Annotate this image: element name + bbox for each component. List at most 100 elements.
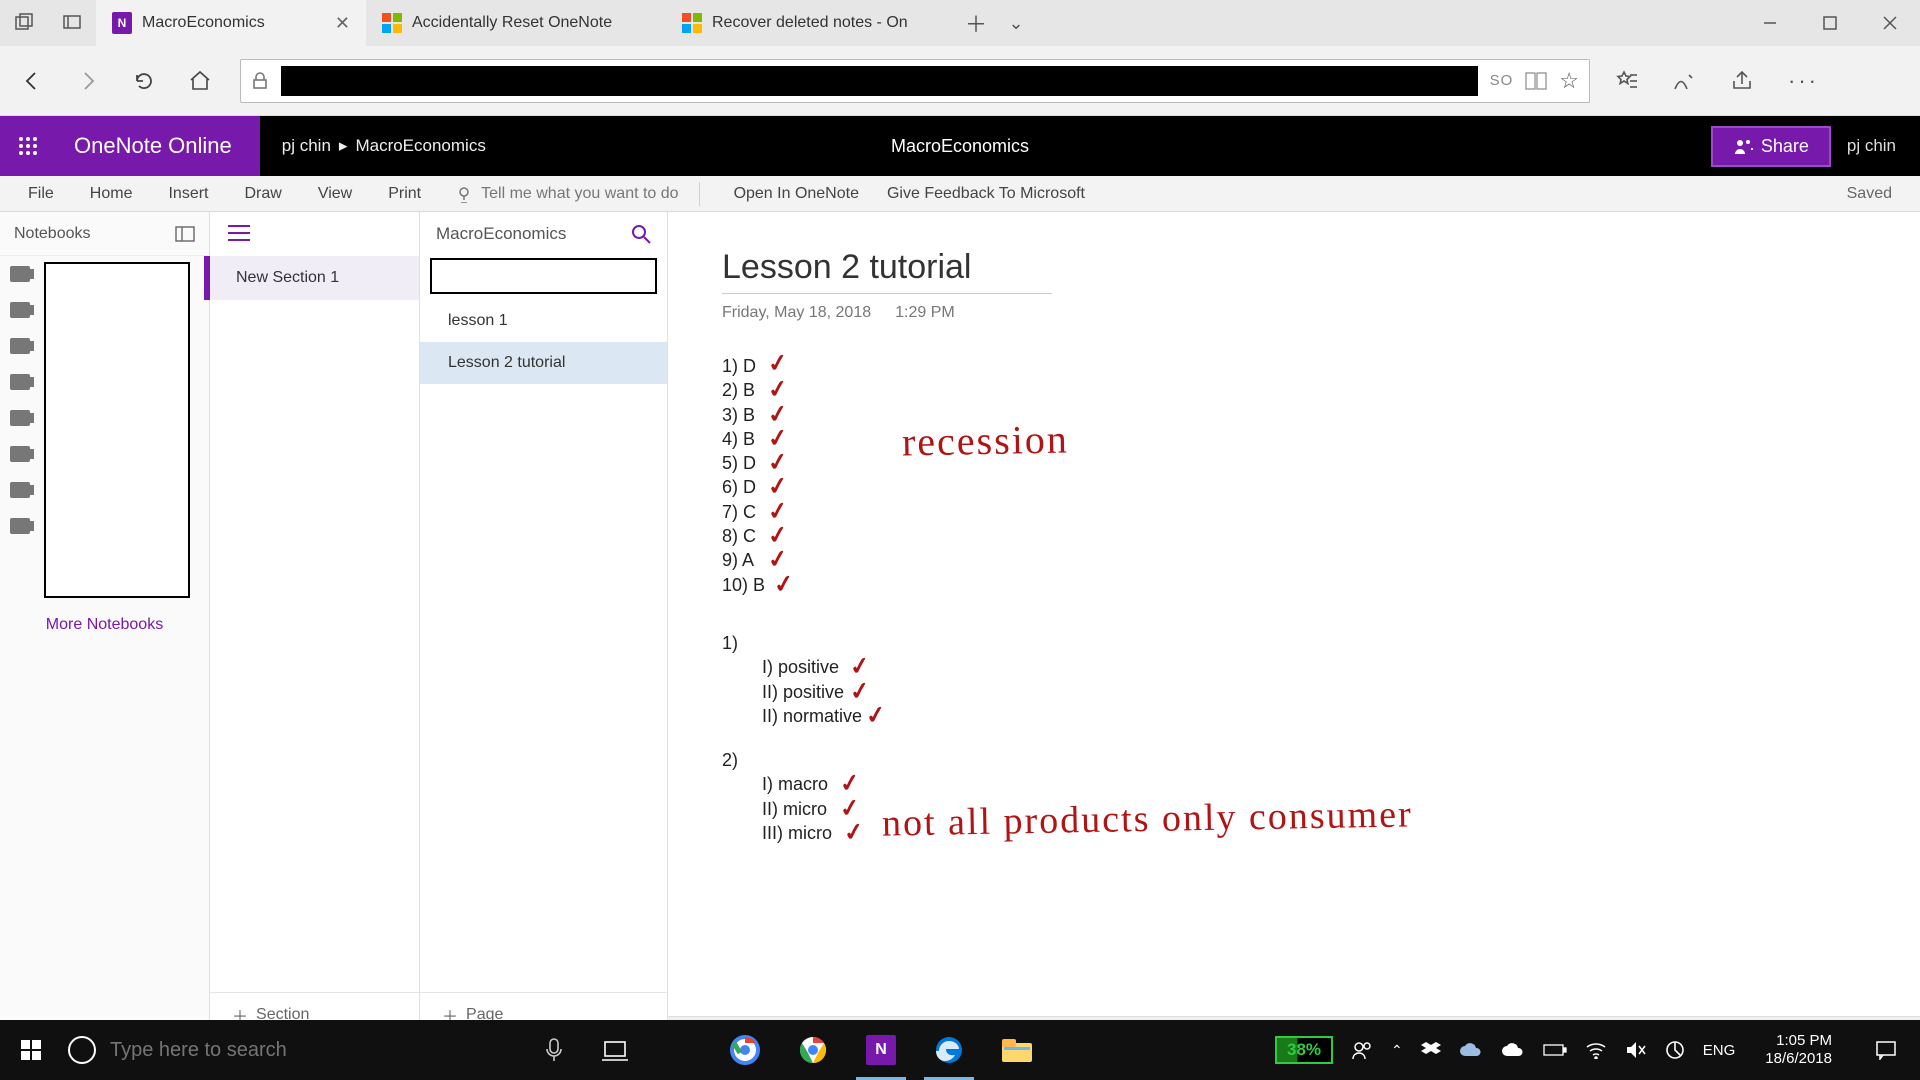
document-title: MacroEconomics bbox=[891, 136, 1029, 157]
home-button[interactable] bbox=[184, 65, 216, 97]
give-feedback-link[interactable]: Give Feedback To Microsoft bbox=[873, 185, 1099, 203]
taskbar-search-input[interactable] bbox=[110, 1039, 530, 1062]
text-line: 1) D✓ bbox=[722, 354, 1866, 378]
section-title: MacroEconomics bbox=[436, 224, 566, 244]
onedrive-icon[interactable] bbox=[1501, 1042, 1525, 1058]
notebook-icon[interactable] bbox=[10, 302, 30, 318]
page-item[interactable]: Lesson 2 tutorial bbox=[420, 342, 667, 384]
onenote-brand[interactable]: OneNote Online bbox=[56, 116, 260, 176]
section-item[interactable]: New Section 1 bbox=[204, 256, 419, 300]
ribbon: File Home Insert Draw View Print Tell me… bbox=[0, 176, 1920, 212]
close-tab-icon[interactable]: ✕ bbox=[335, 13, 350, 34]
text-line: 8) C✓ bbox=[722, 524, 1866, 548]
back-button[interactable] bbox=[16, 65, 48, 97]
collapse-pane-icon[interactable] bbox=[175, 226, 195, 242]
page-time: 1:29 PM bbox=[895, 304, 955, 322]
forward-button[interactable] bbox=[72, 65, 104, 97]
favorite-star-icon[interactable]: ☆ bbox=[1559, 68, 1579, 94]
ribbon-tab-print[interactable]: Print bbox=[370, 185, 439, 203]
system-tray: 38% ⌃ ENG 1:05 PM 18/6/2018 bbox=[1265, 1032, 1920, 1068]
mic-icon[interactable] bbox=[544, 1037, 564, 1063]
note-body[interactable]: 1) D✓ 2) B✓ 3) B✓ 4) B✓ 5) D✓ 6) D✓ 7) C… bbox=[722, 354, 1866, 845]
window-maximize-button[interactable] bbox=[1800, 0, 1860, 46]
search-icon[interactable] bbox=[631, 224, 651, 244]
notes-icon[interactable] bbox=[1672, 69, 1696, 93]
clock-date: 18/6/2018 bbox=[1765, 1050, 1832, 1068]
tab-sets-button[interactable] bbox=[0, 0, 48, 46]
tab-preview-button[interactable] bbox=[48, 0, 96, 46]
note-canvas[interactable]: Lesson 2 tutorial Friday, May 18, 2018 1… bbox=[668, 212, 1920, 1036]
taskbar-search[interactable] bbox=[62, 1020, 582, 1080]
ribbon-tab-view[interactable]: View bbox=[300, 185, 370, 203]
volume-muted-icon[interactable] bbox=[1625, 1040, 1647, 1060]
taskbar-app-chrome[interactable] bbox=[780, 1020, 846, 1080]
notebook-icon[interactable] bbox=[10, 518, 30, 534]
more-notebooks-link[interactable]: More Notebooks bbox=[0, 604, 209, 646]
ribbon-tab-home[interactable]: Home bbox=[72, 185, 151, 203]
ink-check-icon: ✓ bbox=[842, 816, 866, 851]
notebook-thumbnail[interactable] bbox=[44, 262, 190, 598]
tab-overflow-button[interactable]: ⌄ bbox=[996, 0, 1036, 46]
battery-icon[interactable] bbox=[1543, 1043, 1567, 1057]
taskbar-app-chrome[interactable] bbox=[712, 1020, 778, 1080]
crumb-notebook: MacroEconomics bbox=[355, 136, 485, 156]
onedrive-icon[interactable] bbox=[1459, 1042, 1483, 1058]
notebook-icon[interactable] bbox=[10, 266, 30, 282]
notebook-icon[interactable] bbox=[10, 482, 30, 498]
cortana-icon bbox=[68, 1036, 96, 1064]
address-bar[interactable]: SO ☆ bbox=[240, 59, 1590, 103]
ribbon-tab-file[interactable]: File bbox=[10, 185, 72, 203]
refresh-button[interactable] bbox=[128, 65, 160, 97]
taskview-button[interactable] bbox=[582, 1020, 648, 1080]
battery-status[interactable]: 38% bbox=[1275, 1036, 1333, 1064]
beats-icon[interactable] bbox=[1665, 1040, 1685, 1060]
taskbar-clock[interactable]: 1:05 PM 18/6/2018 bbox=[1753, 1032, 1844, 1068]
reading-view-icon[interactable] bbox=[1525, 72, 1547, 90]
favorites-list-icon[interactable] bbox=[1614, 69, 1638, 93]
share-icon[interactable] bbox=[1730, 69, 1754, 93]
tray-chevron-icon[interactable]: ⌃ bbox=[1391, 1042, 1403, 1059]
breadcrumb[interactable]: pj chin ▸ MacroEconomics bbox=[260, 136, 508, 156]
microsoft-favicon-icon bbox=[682, 13, 702, 33]
app-launcher-button[interactable] bbox=[0, 116, 56, 176]
action-center-button[interactable] bbox=[1862, 1040, 1910, 1060]
taskbar-app-explorer[interactable] bbox=[984, 1020, 1050, 1080]
notebook-icon[interactable] bbox=[10, 374, 30, 390]
people-icon[interactable] bbox=[1351, 1039, 1373, 1061]
onenote-header: OneNote Online pj chin ▸ MacroEconomics … bbox=[0, 116, 1920, 176]
nav-menu-icon[interactable] bbox=[228, 224, 250, 242]
notebook-icon[interactable] bbox=[10, 338, 30, 354]
wifi-icon[interactable] bbox=[1585, 1041, 1607, 1059]
taskbar-app-edge[interactable] bbox=[916, 1020, 982, 1080]
window-close-button[interactable] bbox=[1860, 0, 1920, 46]
notebook-icon[interactable] bbox=[10, 446, 30, 462]
ink-annotation: not all products only consumer bbox=[882, 789, 1414, 850]
share-button[interactable]: Share bbox=[1711, 126, 1831, 167]
new-tab-button[interactable]: ＋ bbox=[956, 0, 996, 46]
page-title[interactable]: Lesson 2 tutorial bbox=[722, 248, 1052, 294]
notebook-list bbox=[10, 262, 30, 534]
taskbar-app-onenote[interactable]: N bbox=[848, 1020, 914, 1080]
window-minimize-button[interactable] bbox=[1740, 0, 1800, 46]
more-icon[interactable]: ··· bbox=[1788, 68, 1819, 94]
signed-in-user[interactable]: pj chin bbox=[1847, 136, 1896, 156]
start-button[interactable] bbox=[0, 1038, 62, 1062]
notebook-icon[interactable] bbox=[10, 410, 30, 426]
tell-me-search[interactable]: Tell me what you want to do bbox=[455, 185, 678, 203]
browser-tab-2[interactable]: Recover deleted notes - On bbox=[666, 0, 956, 46]
browser-tab-1[interactable]: Accidentally Reset OneNote bbox=[366, 0, 666, 46]
page-item[interactable]: lesson 1 bbox=[420, 300, 667, 342]
open-in-onenote-link[interactable]: Open In OneNote bbox=[720, 185, 873, 203]
ribbon-tab-draw[interactable]: Draw bbox=[226, 185, 299, 203]
dropbox-icon[interactable] bbox=[1421, 1041, 1441, 1059]
text-line: I) positive✓ bbox=[762, 655, 1866, 679]
ink-check-icon: ✓ bbox=[772, 567, 796, 602]
text-line: II) positive✓ bbox=[762, 680, 1866, 704]
ribbon-tab-insert[interactable]: Insert bbox=[150, 185, 226, 203]
url-redacted bbox=[281, 66, 1478, 96]
clock-time: 1:05 PM bbox=[1765, 1032, 1832, 1050]
input-lang[interactable]: ENG bbox=[1703, 1042, 1736, 1059]
browser-tab-0[interactable]: N MacroEconomics ✕ bbox=[96, 0, 366, 46]
new-page-title-input[interactable] bbox=[430, 258, 657, 294]
page-timestamp: Friday, May 18, 2018 1:29 PM bbox=[722, 304, 1866, 322]
